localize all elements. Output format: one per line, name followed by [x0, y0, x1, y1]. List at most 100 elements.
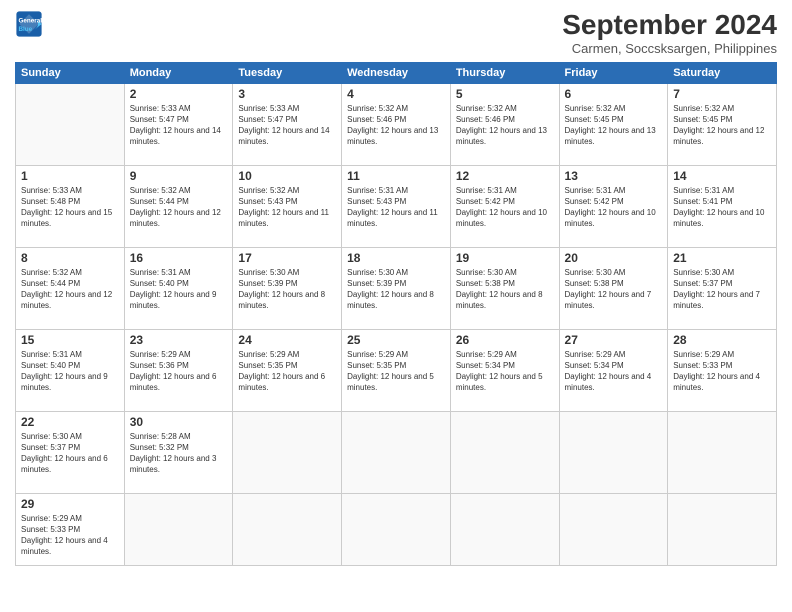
calendar-cell [16, 83, 125, 165]
col-friday: Friday [559, 62, 668, 83]
day-number: 20 [565, 251, 663, 265]
day-number: 12 [456, 169, 554, 183]
calendar-cell: 17 Sunrise: 5:30 AM Sunset: 5:39 PM Dayli… [233, 247, 342, 329]
day-details: Sunrise: 5:30 AM Sunset: 5:39 PM Dayligh… [238, 267, 336, 312]
day-details: Sunrise: 5:32 AM Sunset: 5:46 PM Dayligh… [347, 103, 445, 148]
day-details: Sunrise: 5:31 AM Sunset: 5:40 PM Dayligh… [21, 349, 119, 394]
day-details: Sunrise: 5:29 AM Sunset: 5:35 PM Dayligh… [238, 349, 336, 394]
logo: General Blue [15, 10, 43, 38]
day-details: Sunrise: 5:29 AM Sunset: 5:35 PM Dayligh… [347, 349, 445, 394]
day-details: Sunrise: 5:29 AM Sunset: 5:34 PM Dayligh… [565, 349, 663, 394]
day-number: 18 [347, 251, 445, 265]
day-details: Sunrise: 5:29 AM Sunset: 5:33 PM Dayligh… [673, 349, 771, 394]
calendar-cell: 4 Sunrise: 5:32 AM Sunset: 5:46 PM Daylig… [342, 83, 451, 165]
calendar-cell: 8Sunrise: 5:32 AM Sunset: 5:44 PM Daylig… [16, 247, 125, 329]
day-details: Sunrise: 5:31 AM Sunset: 5:40 PM Dayligh… [130, 267, 228, 312]
calendar-cell: 25 Sunrise: 5:29 AM Sunset: 5:35 PM Dayli… [342, 329, 451, 411]
svg-text:General: General [19, 18, 43, 25]
calendar-row: 2 Sunrise: 5:33 AM Sunset: 5:47 PM Daylig… [16, 83, 777, 165]
day-details: Sunrise: 5:32 AM Sunset: 5:45 PM Dayligh… [673, 103, 771, 148]
day-details: Sunrise: 5:31 AM Sunset: 5:42 PM Dayligh… [456, 185, 554, 230]
svg-text:Blue: Blue [19, 26, 33, 33]
day-details: Sunrise: 5:29 AM Sunset: 5:36 PM Dayligh… [130, 349, 228, 394]
day-number: 4 [347, 87, 445, 101]
day-number: 6 [565, 87, 663, 101]
calendar-cell: 22Sunrise: 5:30 AM Sunset: 5:37 PM Dayli… [16, 411, 125, 493]
calendar-cell: 23 Sunrise: 5:29 AM Sunset: 5:36 PM Dayli… [124, 329, 233, 411]
day-number: 27 [565, 333, 663, 347]
day-number: 29 [21, 497, 119, 511]
day-details: Sunrise: 5:32 AM Sunset: 5:44 PM Dayligh… [130, 185, 228, 230]
calendar-cell: 2 Sunrise: 5:33 AM Sunset: 5:47 PM Daylig… [124, 83, 233, 165]
header: General Blue September 2024 Carmen, Socc… [15, 10, 777, 56]
calendar-cell: 26 Sunrise: 5:29 AM Sunset: 5:34 PM Dayli… [450, 329, 559, 411]
day-details: Sunrise: 5:32 AM Sunset: 5:46 PM Dayligh… [456, 103, 554, 148]
calendar-cell: 10 Sunrise: 5:32 AM Sunset: 5:43 PM Dayli… [233, 165, 342, 247]
day-details: Sunrise: 5:30 AM Sunset: 5:38 PM Dayligh… [456, 267, 554, 312]
calendar-cell: 18 Sunrise: 5:30 AM Sunset: 5:39 PM Dayli… [342, 247, 451, 329]
col-thursday: Thursday [450, 62, 559, 83]
calendar-row: 15 Sunrise: 5:31 AM Sunset: 5:40 PM Dayli… [16, 329, 777, 411]
day-details: Sunrise: 5:33 AM Sunset: 5:47 PM Dayligh… [130, 103, 228, 148]
day-number: 5 [456, 87, 554, 101]
day-details: Sunrise: 5:29 AM Sunset: 5:33 PM Dayligh… [21, 513, 119, 558]
logo-icon: General Blue [15, 10, 43, 38]
header-row: Sunday Monday Tuesday Wednesday Thursday… [16, 62, 777, 83]
day-number: 22 [21, 415, 119, 429]
col-sunday: Sunday [16, 62, 125, 83]
col-monday: Monday [124, 62, 233, 83]
day-number: 2 [130, 87, 228, 101]
day-details: Sunrise: 5:31 AM Sunset: 5:42 PM Dayligh… [565, 185, 663, 230]
calendar-cell: 28 Sunrise: 5:29 AM Sunset: 5:33 PM Dayli… [668, 329, 777, 411]
day-number: 25 [347, 333, 445, 347]
day-number: 15 [21, 333, 119, 347]
day-number: 17 [238, 251, 336, 265]
calendar-cell: 19Sunrise: 5:30 AM Sunset: 5:38 PM Dayli… [450, 247, 559, 329]
calendar-cell: 14Sunrise: 5:31 AM Sunset: 5:41 PM Dayli… [668, 165, 777, 247]
col-wednesday: Wednesday [342, 62, 451, 83]
calendar-cell [559, 493, 668, 565]
day-details: Sunrise: 5:30 AM Sunset: 5:39 PM Dayligh… [347, 267, 445, 312]
day-number: 10 [238, 169, 336, 183]
calendar-cell: 13 Sunrise: 5:31 AM Sunset: 5:42 PM Dayli… [559, 165, 668, 247]
col-tuesday: Tuesday [233, 62, 342, 83]
day-number: 13 [565, 169, 663, 183]
title-block: September 2024 Carmen, Soccsksargen, Phi… [562, 10, 777, 56]
calendar-cell [668, 411, 777, 493]
calendar-cell: 16Sunrise: 5:31 AM Sunset: 5:40 PM Dayli… [124, 247, 233, 329]
day-details: Sunrise: 5:29 AM Sunset: 5:34 PM Dayligh… [456, 349, 554, 394]
calendar-cell [668, 493, 777, 565]
col-saturday: Saturday [668, 62, 777, 83]
day-number: 30 [130, 415, 228, 429]
calendar-cell [450, 411, 559, 493]
calendar-row: 8Sunrise: 5:32 AM Sunset: 5:44 PM Daylig… [16, 247, 777, 329]
calendar-cell: 30Sunrise: 5:28 AM Sunset: 5:32 PM Dayli… [124, 411, 233, 493]
day-number: 23 [130, 333, 228, 347]
day-details: Sunrise: 5:31 AM Sunset: 5:41 PM Dayligh… [673, 185, 771, 230]
day-number: 26 [456, 333, 554, 347]
calendar-cell [342, 493, 451, 565]
day-number: 3 [238, 87, 336, 101]
calendar-row: 22Sunrise: 5:30 AM Sunset: 5:37 PM Dayli… [16, 411, 777, 493]
calendar-cell: 27 Sunrise: 5:29 AM Sunset: 5:34 PM Dayli… [559, 329, 668, 411]
day-number: 11 [347, 169, 445, 183]
calendar-cell: 5 Sunrise: 5:32 AM Sunset: 5:46 PM Daylig… [450, 83, 559, 165]
day-number: 7 [673, 87, 771, 101]
calendar-cell: 7 Sunrise: 5:32 AM Sunset: 5:45 PM Daylig… [668, 83, 777, 165]
month-title: September 2024 [562, 10, 777, 41]
day-details: Sunrise: 5:30 AM Sunset: 5:37 PM Dayligh… [673, 267, 771, 312]
calendar-cell: 24Sunrise: 5:29 AM Sunset: 5:35 PM Dayli… [233, 329, 342, 411]
day-details: Sunrise: 5:33 AM Sunset: 5:48 PM Dayligh… [21, 185, 119, 230]
calendar-row: 1 Sunrise: 5:33 AM Sunset: 5:48 PM Daylig… [16, 165, 777, 247]
day-number: 8 [21, 251, 119, 265]
day-number: 1 [21, 169, 119, 183]
day-details: Sunrise: 5:32 AM Sunset: 5:43 PM Dayligh… [238, 185, 336, 230]
day-number: 21 [673, 251, 771, 265]
calendar-cell [342, 411, 451, 493]
calendar-page: General Blue September 2024 Carmen, Socc… [0, 0, 792, 612]
calendar-cell [124, 493, 233, 565]
subtitle: Carmen, Soccsksargen, Philippines [562, 41, 777, 56]
calendar-cell: 15 Sunrise: 5:31 AM Sunset: 5:40 PM Dayli… [16, 329, 125, 411]
calendar-row: 29 Sunrise: 5:29 AM Sunset: 5:33 PM Dayli… [16, 493, 777, 565]
day-number: 28 [673, 333, 771, 347]
